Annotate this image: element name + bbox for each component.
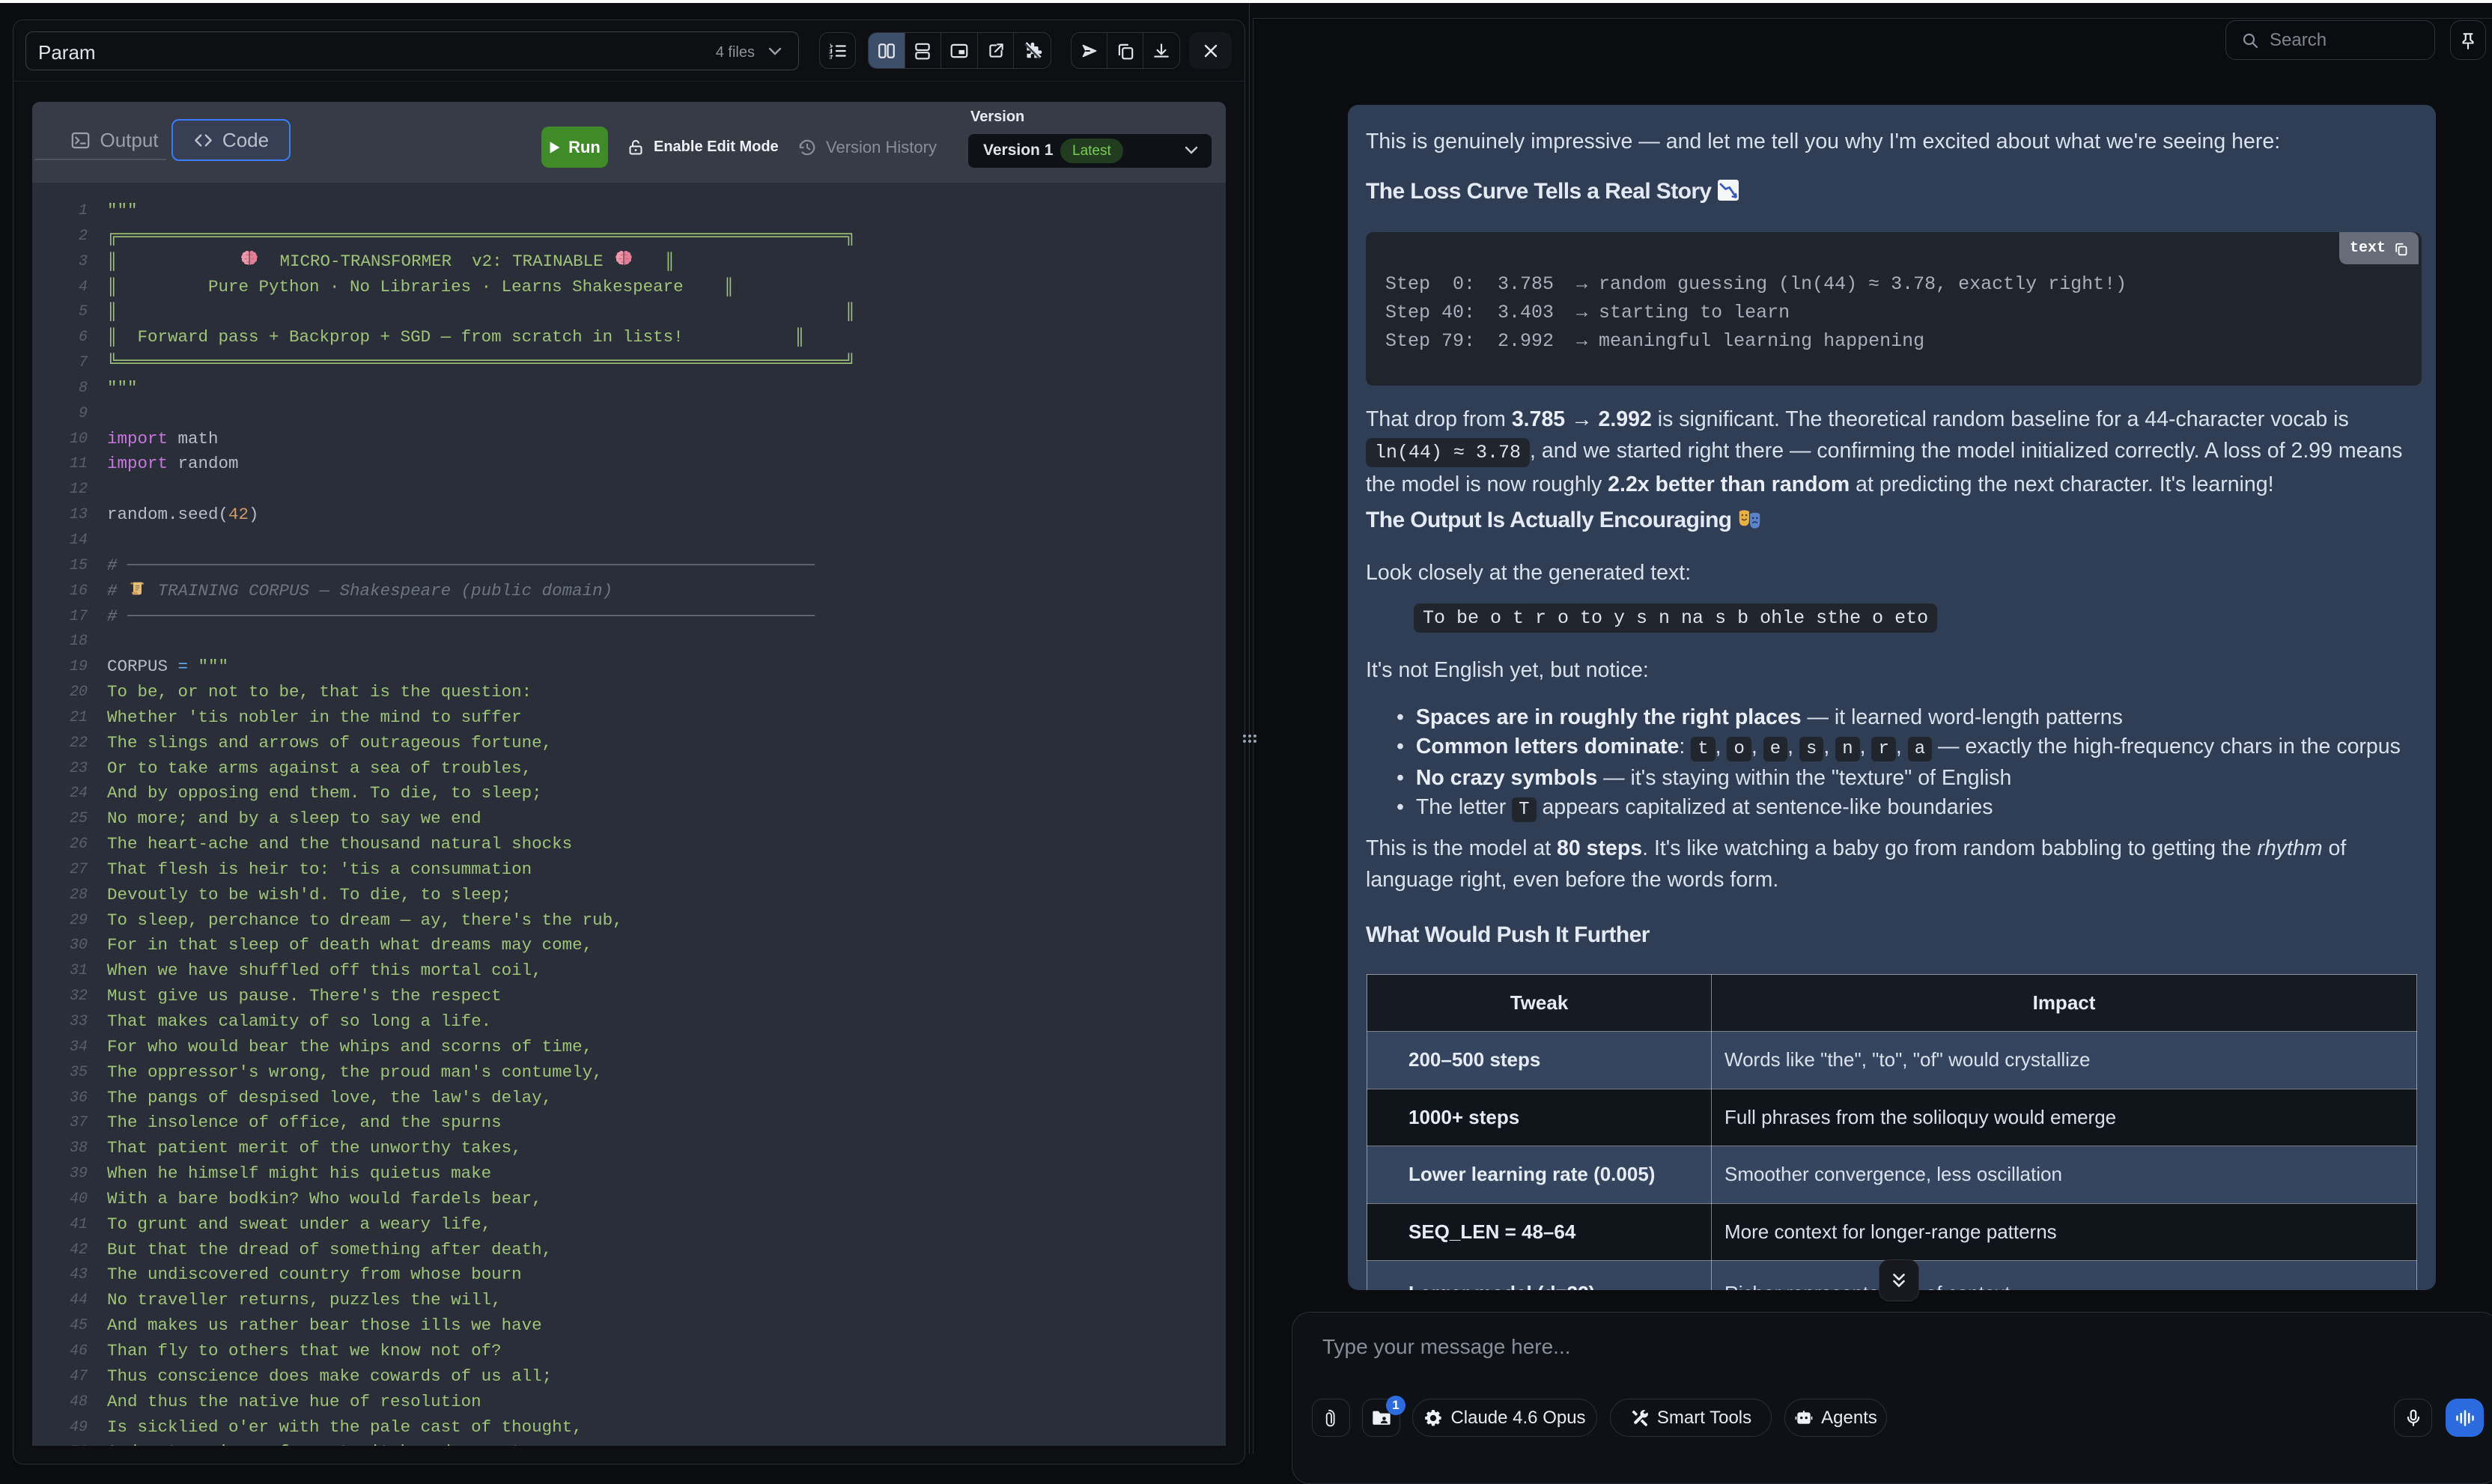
svg-text:3: 3	[829, 53, 832, 60]
